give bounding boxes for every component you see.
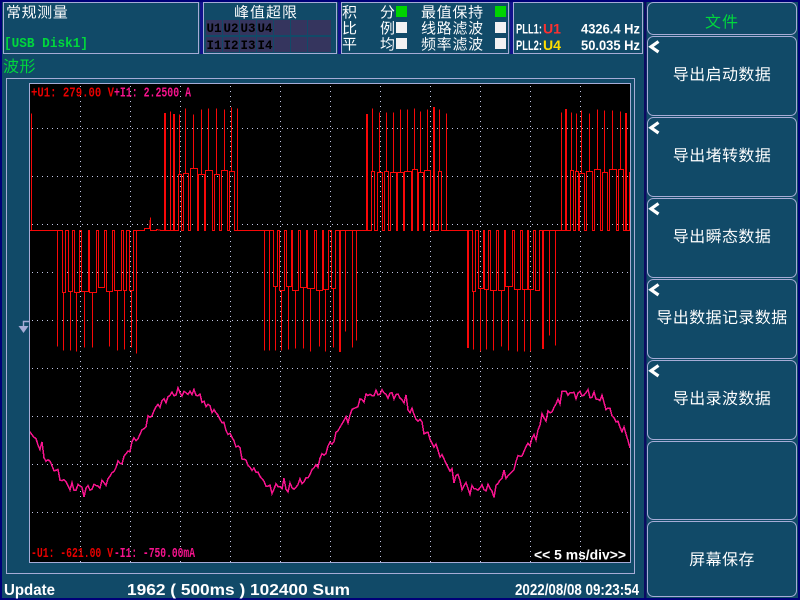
svg-text:PLL1:: PLL1: [516,21,542,37]
svg-text:U1: U1 [543,21,561,37]
svg-text:U3: U3 [241,21,256,36]
svg-text:-I1: -750.00mA: -I1: -750.00mA [114,546,195,562]
svg-text:50.035 Hz: 50.035 Hz [581,37,640,53]
svg-text:I3: I3 [241,38,256,53]
svg-text:4326.4 Hz: 4326.4 Hz [581,21,640,37]
svg-text:I1: I1 [207,38,222,53]
svg-text:1962 ( 500ms ) 102400 Sum: 1962 ( 500ms ) 102400 Sum [127,582,350,599]
svg-text:U4: U4 [543,37,561,53]
svg-text:Update: Update [4,582,55,599]
svg-text:U1: U1 [207,21,222,36]
svg-text:I4: I4 [258,38,273,53]
svg-text:I2: I2 [224,38,239,53]
svg-text:+I1: 2.2500 A: +I1: 2.2500 A [114,86,191,102]
svg-text:2022/08/08 09:23:54: 2022/08/08 09:23:54 [515,582,639,599]
svg-text:U4: U4 [258,21,273,36]
svg-text:PLL2:: PLL2: [516,37,542,53]
svg-text:[USB Disk1]: [USB Disk1] [4,36,88,52]
svg-text:U2: U2 [224,21,239,36]
svg-text:+U1: 279.00 V: +U1: 279.00 V [31,86,114,102]
svg-text:-U1: -621.00 V: -U1: -621.00 V [31,546,113,562]
svg-text:<< 5 ms/div>>: << 5 ms/div>> [534,547,626,563]
